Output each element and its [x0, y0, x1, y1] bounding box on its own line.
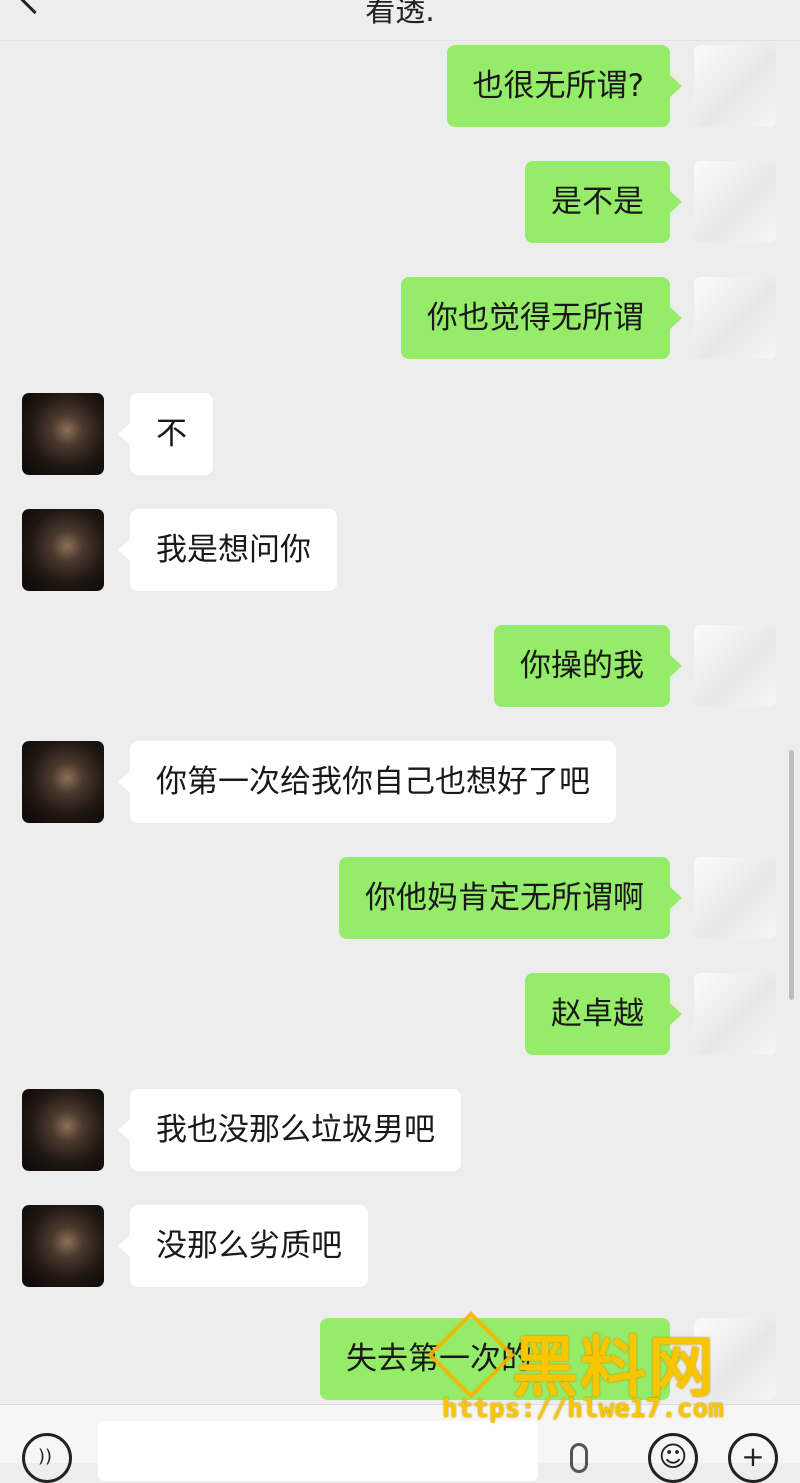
my-avatar[interactable]	[694, 857, 776, 939]
chat-header: 看透.	[0, 0, 800, 41]
message-input[interactable]	[98, 1421, 538, 1481]
contact-avatar[interactable]	[22, 1205, 104, 1287]
message-row: 我是想问你	[0, 509, 800, 591]
contact-avatar[interactable]	[22, 393, 104, 475]
contact-avatar[interactable]	[22, 741, 104, 823]
message-row: 不	[0, 393, 800, 475]
message-bubble-sent[interactable]: 你也觉得无所谓	[401, 277, 682, 359]
chat-title: 看透.	[365, 0, 435, 29]
message-row: 你操的我	[0, 625, 800, 707]
voice-icon[interactable]: ))	[22, 1433, 72, 1483]
message-bubble-received[interactable]: 你第一次给我你自己也想好了吧	[118, 741, 616, 823]
my-avatar[interactable]	[694, 973, 776, 1055]
my-avatar[interactable]	[694, 161, 776, 243]
message-bubble-received[interactable]: 我也没那么垃圾男吧	[118, 1089, 461, 1171]
message-bubble-sent[interactable]: 失去第一次的…	[320, 1318, 682, 1400]
mic-icon[interactable]	[570, 1443, 588, 1473]
message-bubble-sent[interactable]: 赵卓越	[525, 973, 682, 1055]
contact-avatar[interactable]	[22, 509, 104, 591]
message-row: 失去第一次的…	[0, 1318, 800, 1400]
message-bubble-received[interactable]: 没那么劣质吧	[118, 1205, 368, 1287]
message-row: 是不是	[0, 161, 800, 243]
my-avatar[interactable]	[694, 625, 776, 707]
plus-icon[interactable]: +	[728, 1433, 778, 1483]
message-row: 我也没那么垃圾男吧	[0, 1089, 800, 1171]
message-bubble-received[interactable]: 我是想问你	[118, 509, 337, 591]
message-row: 你也觉得无所谓	[0, 277, 800, 359]
message-bubble-sent[interactable]: 你他妈肯定无所谓啊	[339, 857, 682, 939]
message-row: 你他妈肯定无所谓啊	[0, 857, 800, 939]
message-row: 你第一次给我你自己也想好了吧	[0, 741, 800, 823]
message-bubble-sent[interactable]: 也很无所谓?	[446, 45, 683, 127]
my-avatar[interactable]	[694, 1318, 776, 1400]
input-bar: )) ☺ +	[0, 1404, 800, 1483]
message-row: 也很无所谓?	[0, 45, 800, 127]
my-avatar[interactable]	[694, 45, 776, 127]
message-row: 没那么劣质吧	[0, 1205, 800, 1287]
message-bubble-sent[interactable]: 你操的我	[494, 625, 682, 707]
emoji-icon[interactable]: ☺	[648, 1433, 698, 1483]
message-row: 赵卓越	[0, 973, 800, 1055]
contact-avatar[interactable]	[22, 1089, 104, 1171]
my-avatar[interactable]	[694, 277, 776, 359]
message-bubble-received[interactable]: 不	[118, 393, 213, 475]
message-bubble-sent[interactable]: 是不是	[525, 161, 682, 243]
